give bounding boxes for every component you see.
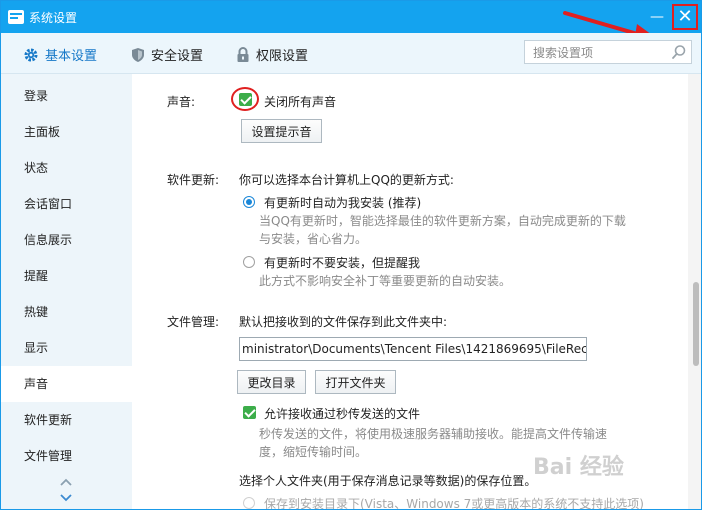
sidebar-item-sound[interactable]: 声音	[1, 366, 132, 402]
update-section-label: 软件更新:	[167, 173, 220, 187]
gear-icon	[23, 47, 39, 67]
open-folder-button[interactable]: 打开文件夹	[315, 370, 396, 394]
tab-label: 权限设置	[256, 49, 309, 64]
watermark: Bai 经验	[533, 455, 624, 480]
personal-folder-intro: 选择个人文件夹(用于保存消息记录等数据)的保存位置。	[239, 474, 537, 488]
auto-install-radio[interactable]	[243, 196, 255, 208]
tab-permission-settings[interactable]: 权限设置	[236, 45, 308, 67]
update-intro: 你可以选择本台计算机上QQ的更新方式:	[239, 173, 454, 187]
search-icon[interactable]	[671, 44, 687, 63]
allow-instant-transfer-desc-1: 秒传发送的文件，将使用极速服务器辅助接收。能提高文件传输速	[259, 427, 608, 441]
allow-instant-transfer-desc-2: 度，缩短传输时间。	[259, 445, 368, 459]
set-alert-sound-button[interactable]: 设置提示音	[241, 119, 322, 143]
save-to-install-dir-radio[interactable]	[243, 497, 255, 509]
sidebar: 登录 主面板 状态 会话窗口 信息展示 提醒 热键 显示 声音 软件更新 文件管…	[1, 74, 132, 509]
sidebar-item-hotkeys[interactable]: 热键	[1, 294, 132, 330]
auto-install-label: 有更新时自动为我安装 (推荐)	[264, 196, 422, 210]
files-section-label: 文件管理:	[167, 315, 220, 329]
files-intro: 默认把接收到的文件保存到此文件夹中:	[239, 315, 448, 329]
allow-instant-transfer-label: 允许接收通过秒传发送的文件	[264, 407, 421, 421]
notify-only-label: 有更新时不要安装，但提醒我	[264, 256, 421, 270]
notify-only-desc: 此方式不影响安全补丁等重要更新的自动安装。	[259, 274, 512, 288]
receive-folder-path-field[interactable]: ministrator\Documents\Tencent Files\1421…	[239, 337, 587, 361]
auto-install-desc-2: 与安装，省心省力。	[259, 232, 368, 246]
chevron-down-icon[interactable]	[59, 493, 73, 503]
sidebar-item-info-display[interactable]: 信息展示	[1, 222, 132, 258]
tab-security-settings[interactable]: 安全设置	[131, 45, 203, 67]
sidebar-item-reminder[interactable]: 提醒	[1, 258, 132, 294]
sidebar-item-main-panel[interactable]: 主面板	[1, 114, 132, 150]
change-directory-button[interactable]: 更改目录	[237, 370, 306, 394]
sidebar-item-chat-window[interactable]: 会话窗口	[1, 186, 132, 222]
close-button[interactable]: ✕	[672, 4, 698, 30]
mute-all-checkbox[interactable]	[239, 93, 252, 106]
notify-only-radio[interactable]	[243, 256, 255, 268]
chevron-up-icon[interactable]	[59, 477, 73, 487]
auto-install-desc-1: 当QQ有更新时，智能选择最佳的软件更新方案，自动完成更新的下载	[259, 214, 626, 228]
window-title: 系统设置	[29, 11, 78, 25]
sidebar-item-file-management[interactable]: 文件管理	[1, 438, 132, 474]
scrollbar-thumb[interactable]	[693, 282, 699, 366]
sidebar-item-software-update[interactable]: 软件更新	[1, 402, 132, 438]
tab-basic-settings[interactable]: 基本设置	[23, 45, 97, 67]
sound-section-label: 声音:	[167, 95, 196, 109]
shield-icon	[131, 47, 145, 67]
sidebar-item-status[interactable]: 状态	[1, 150, 132, 186]
tab-label: 安全设置	[151, 49, 204, 64]
settings-window: 系统设置 — ✕ 基本设置 安全设置 权限设置 搜索设置项 登录 主面板 状态 …	[0, 0, 702, 510]
tab-label: 基本设置	[45, 49, 98, 64]
lock-icon	[236, 46, 250, 67]
app-icon	[8, 10, 24, 24]
mute-all-label: 关闭所有声音	[264, 95, 337, 109]
search-box[interactable]	[524, 40, 692, 64]
sidebar-item-login[interactable]: 登录	[1, 78, 132, 114]
search-input[interactable]	[531, 42, 675, 64]
allow-instant-transfer-checkbox[interactable]	[243, 406, 256, 419]
sidebar-item-display[interactable]: 显示	[1, 330, 132, 366]
save-to-install-dir-label: 保存到安装目录下(Vista、Windows 7或更高版本的系统不支持此选项)	[264, 497, 644, 510]
